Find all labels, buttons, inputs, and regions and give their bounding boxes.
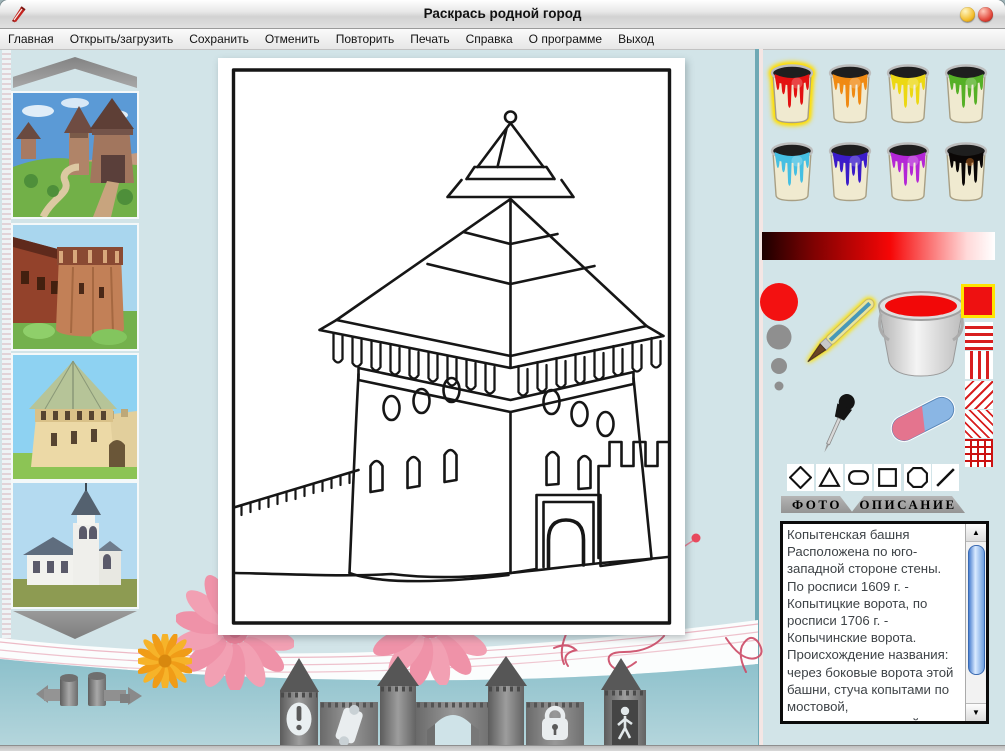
shape-diamond-button[interactable] — [787, 464, 814, 491]
size-tiny[interactable] — [775, 382, 784, 391]
coloring-canvas[interactable] — [218, 58, 685, 635]
window-title: Раскрась родной город — [0, 6, 1005, 21]
orange-daisy-flower — [138, 634, 192, 688]
paint-bucket-black[interactable] — [940, 138, 992, 204]
nav-next-button[interactable] — [88, 672, 142, 706]
castle-exit-button[interactable] — [601, 658, 646, 746]
thumbnail-cathedral-church[interactable] — [13, 483, 137, 607]
octagon-icon — [906, 466, 929, 489]
tent-roof-tower-image — [13, 355, 137, 479]
tower-line-drawing — [228, 68, 675, 625]
shape-square-button[interactable] — [874, 464, 901, 491]
scroll-down-button[interactable]: ▼ — [966, 703, 986, 721]
pattern-diagonal-right[interactable] — [965, 410, 993, 438]
menu-redo[interactable]: Повторить — [328, 32, 403, 46]
thumbnail-tent-roof-tower[interactable] — [13, 355, 137, 479]
description-scrollbar[interactable]: ▲ ▼ — [965, 524, 986, 721]
close-button[interactable] — [978, 7, 993, 22]
paint-bucket-green[interactable] — [940, 60, 992, 126]
shape-rounded-rect-button[interactable] — [845, 464, 872, 491]
shade-gradient-bar[interactable] — [762, 232, 995, 260]
description-text: Копытенская башня Расположена по юго-зап… — [783, 524, 965, 721]
shape-line-button[interactable] — [932, 464, 959, 491]
menu-about[interactable]: О программе — [521, 32, 610, 46]
pattern-vertical-lines[interactable] — [965, 351, 993, 379]
paint-bucket-magenta[interactable] — [882, 138, 934, 204]
nav-towers-buttons — [34, 666, 144, 716]
castle-documents-button[interactable] — [320, 702, 378, 746]
description-panel: Копытенская башня Расположена по юго-зап… — [780, 521, 989, 724]
paint-bucket-yellow[interactable] — [882, 60, 934, 126]
minimize-button[interactable] — [960, 7, 975, 22]
window-footer — [0, 745, 1005, 751]
castle-gate-button[interactable] — [416, 702, 490, 746]
title-bar: Раскрась родной город — [0, 0, 1005, 29]
rounded-rect-icon — [847, 466, 870, 489]
size-medium[interactable] — [767, 325, 792, 350]
castle-toolbar — [280, 656, 646, 746]
shape-octagon-button[interactable] — [904, 464, 931, 491]
menu-bar: Главная Открыть/загрузить Сохранить Отме… — [0, 29, 1005, 50]
thumbnail-fortress-panorama[interactable] — [13, 93, 137, 217]
menu-help[interactable]: Справка — [458, 32, 521, 46]
size-large-selected[interactable] — [760, 283, 798, 321]
thumbnails-scroll-up-button[interactable] — [13, 57, 137, 88]
castle-info-button[interactable] — [280, 658, 319, 746]
pattern-solid-selected[interactable] — [961, 284, 995, 318]
menu-main[interactable]: Главная — [0, 32, 62, 46]
tab-photo[interactable]: ФОТО — [781, 496, 853, 513]
castle-tower-right[interactable] — [485, 656, 527, 746]
brush-size-picker — [756, 282, 802, 394]
nav-prev-button[interactable] — [36, 674, 78, 706]
menu-exit[interactable]: Выход — [610, 32, 662, 46]
pattern-grid[interactable] — [965, 439, 993, 467]
scroll-up-icon: ▲ — [972, 528, 980, 537]
menu-open-load[interactable]: Открыть/загрузить — [62, 32, 182, 46]
fill-bucket-tool[interactable] — [874, 286, 968, 386]
menu-undo[interactable]: Отменить — [257, 32, 328, 46]
size-small[interactable] — [771, 358, 787, 374]
paint-bucket-red[interactable] — [766, 60, 818, 126]
round-tower-image — [13, 225, 137, 349]
paint-bucket-indigo[interactable] — [824, 138, 876, 204]
pattern-horizontal-lines[interactable] — [965, 322, 993, 350]
pattern-diagonal-left[interactable] — [965, 381, 993, 409]
line-icon — [934, 466, 957, 489]
menu-save[interactable]: Сохранить — [181, 32, 257, 46]
eraser-tool[interactable] — [882, 388, 964, 450]
thumbnail-round-tower[interactable] — [13, 225, 137, 349]
scroll-up-button[interactable]: ▲ — [966, 524, 986, 542]
scroll-down-icon: ▼ — [972, 708, 980, 717]
fortress-panorama-image — [13, 93, 137, 217]
eyedropper-tool[interactable] — [814, 388, 860, 460]
castle-lock-button[interactable] — [526, 702, 584, 746]
square-icon — [876, 466, 899, 489]
app-window: Раскрась родной город Главная Открыть/за… — [0, 0, 1005, 751]
menu-print[interactable]: Печать — [402, 32, 457, 46]
scrollbar-thumb[interactable] — [968, 545, 985, 675]
tab-description[interactable]: ОПИСАНИЕ — [851, 496, 965, 513]
castle-tower-left[interactable] — [377, 656, 419, 746]
triangle-icon — [818, 466, 841, 489]
paint-bucket-orange[interactable] — [824, 60, 876, 126]
brush-tool[interactable] — [797, 282, 881, 382]
diamond-icon — [789, 466, 812, 489]
paint-bucket-cyan[interactable] — [766, 138, 818, 204]
shape-triangle-button[interactable] — [816, 464, 843, 491]
cathedral-church-image — [13, 483, 137, 607]
